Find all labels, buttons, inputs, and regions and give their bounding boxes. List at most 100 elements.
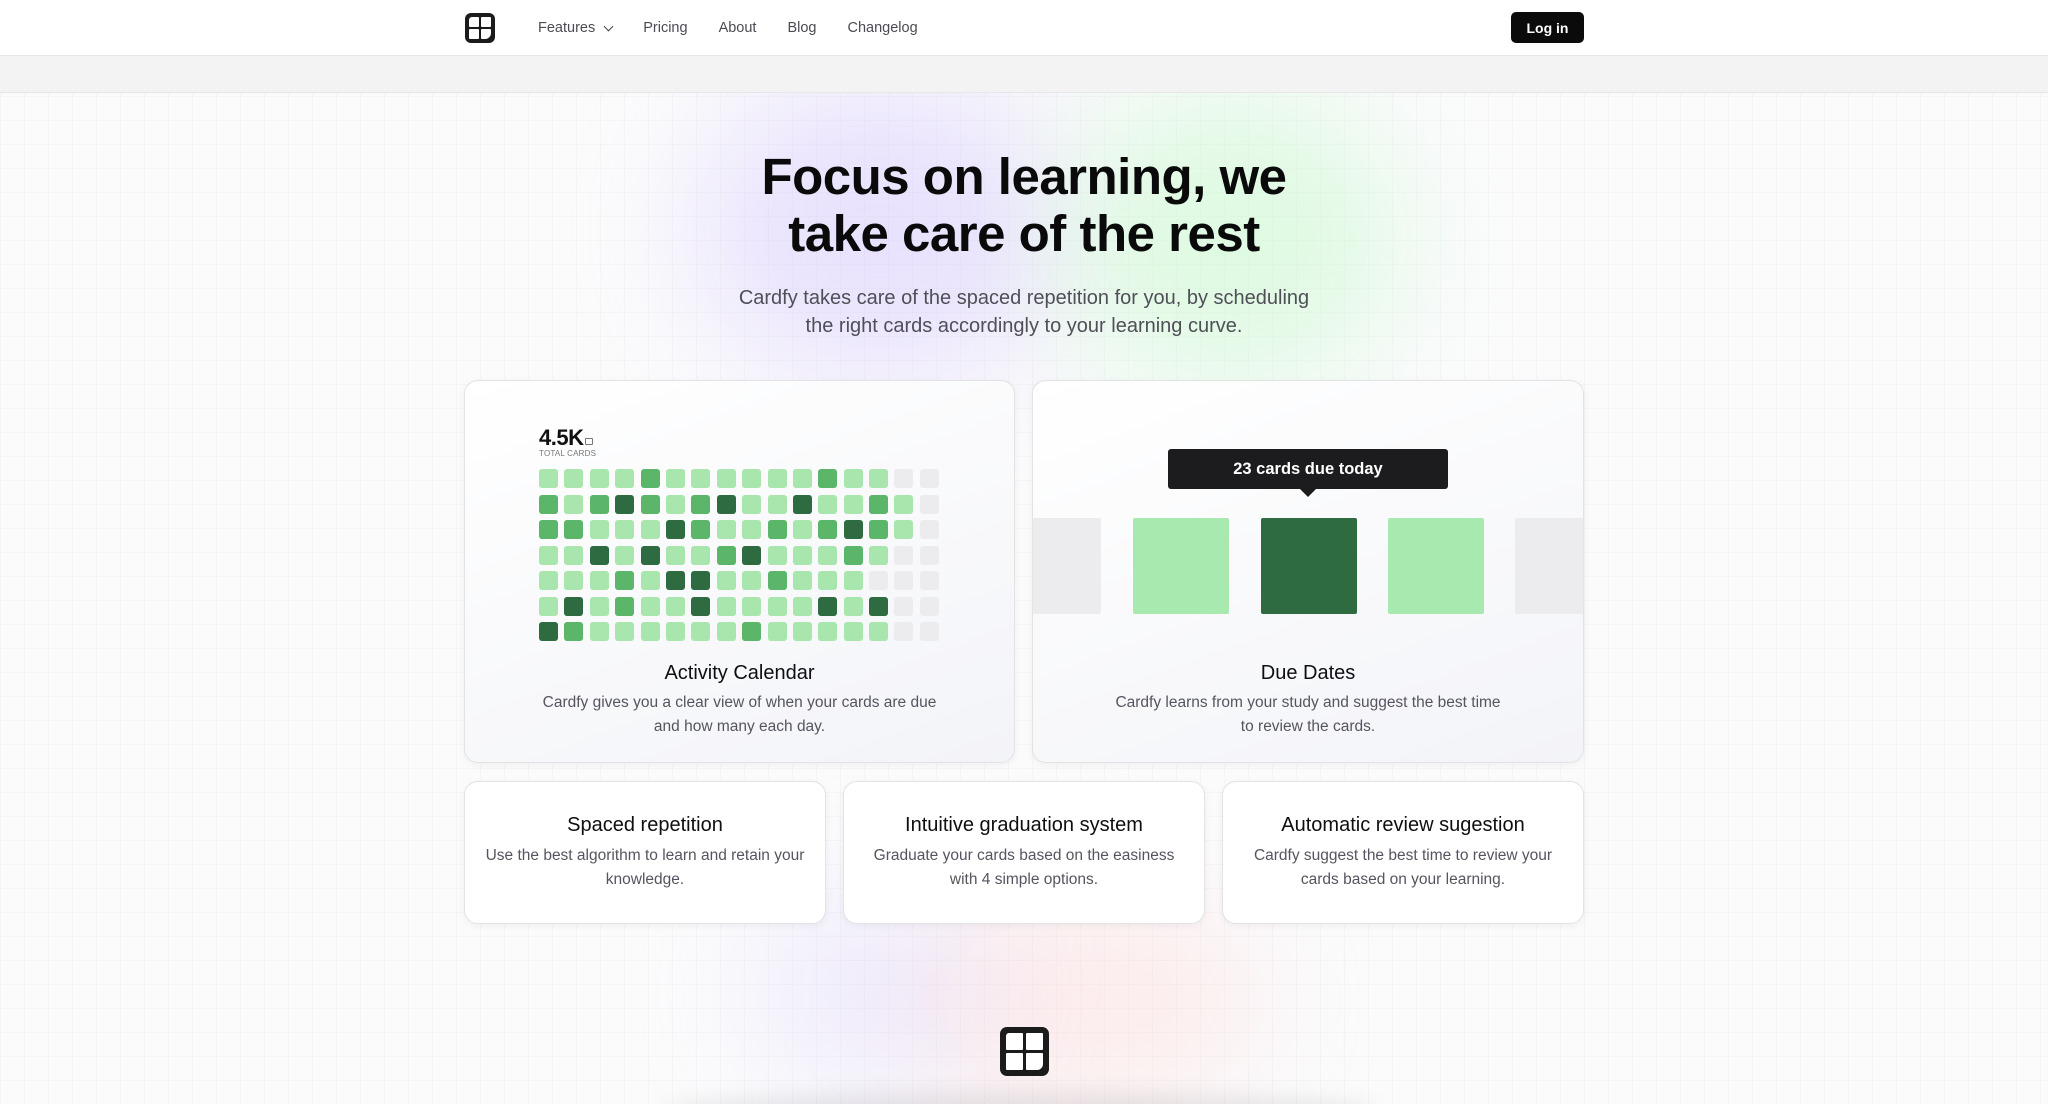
heatmap-cell	[742, 469, 762, 488]
feature-description: Cardfy suggest the best time to review y…	[1253, 847, 1553, 888]
heatmap-cell	[589, 622, 609, 641]
heatmap-cell	[564, 596, 584, 616]
activity-heatmap	[539, 469, 939, 641]
feature-card-graduation: Intuitive graduation system Graduate you…	[843, 781, 1205, 924]
feature-description: Use the best algorithm to learn and reta…	[485, 847, 805, 888]
heatmap-cell	[843, 520, 863, 539]
activity-calendar-title: Activity Calendar	[664, 662, 815, 684]
total-cards-stat: 4.5K TOTAL CARDS	[539, 425, 596, 458]
heatmap-cell	[792, 596, 812, 616]
nav-pricing-link[interactable]: Pricing	[643, 20, 687, 36]
heatmap-cell	[742, 545, 762, 565]
nav-blog-link[interactable]: Blog	[787, 20, 816, 36]
heatmap-cell	[767, 520, 787, 539]
heatmap-cell	[792, 494, 812, 514]
heatmap-cell	[564, 545, 584, 565]
heatmap-cell	[665, 469, 685, 488]
heatmap-cell	[767, 545, 787, 565]
heatmap-cell	[894, 622, 914, 641]
hero-title: Focus on learning, we take care of the r…	[761, 148, 1287, 262]
heatmap-cell	[869, 596, 889, 616]
heatmap-cell	[716, 571, 736, 590]
heatmap-cell	[919, 596, 939, 616]
heatmap-cell	[589, 520, 609, 539]
heatmap-cell	[665, 520, 685, 539]
heatmap-cell	[589, 545, 609, 565]
heatmap-cell	[615, 596, 635, 616]
heatmap-cell	[869, 494, 889, 514]
cardfy-logo-icon[interactable]	[465, 13, 495, 43]
nav-changelog-link[interactable]: Changelog	[848, 20, 918, 36]
heatmap-cell	[615, 545, 635, 565]
heatmap-cell	[716, 494, 736, 514]
heatmap-cell	[665, 545, 685, 565]
total-cards-label: TOTAL CARDS	[539, 449, 597, 458]
feature-title: Intuitive graduation system	[905, 814, 1143, 836]
heatmap-cell	[792, 545, 812, 565]
heatmap-cell	[640, 596, 660, 616]
heatmap-cell	[716, 596, 736, 616]
heatmap-cell	[742, 494, 762, 514]
heatmap-cell	[539, 571, 558, 590]
heatmap-cell	[564, 571, 584, 590]
heatmap-cell	[843, 545, 863, 565]
heatmap-cell	[589, 571, 609, 590]
heatmap-cell	[919, 494, 939, 514]
activity-calendar-description: Cardfy gives you a clear view of when yo…	[542, 694, 937, 735]
lavender-glow	[760, 900, 980, 1080]
heatmap-cell	[843, 622, 863, 641]
feature-card-spaced-repetition: Spaced repetition Use the best algorithm…	[464, 781, 826, 924]
heatmap-cell	[818, 494, 838, 514]
heatmap-cell	[919, 571, 939, 590]
heatmap-cell	[792, 520, 812, 539]
heatmap-cell	[615, 520, 635, 539]
day-tile-far-right	[1515, 518, 1583, 614]
heatmap-cell	[742, 622, 762, 641]
heatmap-cell	[539, 494, 558, 514]
heatmap-cell	[665, 596, 685, 616]
heatmap-cell	[894, 520, 914, 539]
heatmap-cell	[919, 520, 939, 539]
heatmap-cell	[818, 545, 838, 565]
day-tile-left	[1133, 518, 1229, 614]
heatmap-cell	[615, 469, 635, 488]
heatmap-cell	[539, 596, 558, 616]
heatmap-cell	[919, 545, 939, 565]
heatmap-cell	[767, 494, 787, 514]
heatmap-cell	[691, 571, 711, 590]
nav-about-link[interactable]: About	[719, 20, 757, 36]
footer-logo-icon[interactable]	[1000, 1027, 1049, 1076]
heatmap-cell	[564, 469, 584, 488]
heatmap-cell	[539, 520, 558, 539]
nav-features-label: Features	[538, 20, 596, 36]
heatmap-cell	[767, 571, 787, 590]
heatmap-cell	[869, 520, 889, 539]
heatmap-cell	[742, 571, 762, 590]
heatmap-cell	[767, 596, 787, 616]
total-cards-value: 4.5K	[539, 425, 596, 451]
heatmap-cell	[792, 571, 812, 590]
heatmap-cell	[818, 622, 838, 641]
heatmap-cell	[792, 469, 812, 488]
heatmap-cell	[894, 596, 914, 616]
nav-features-dropdown[interactable]: Features	[538, 20, 614, 36]
hero-subtitle: Cardfy takes care of the spaced repetiti…	[738, 287, 1310, 337]
login-button[interactable]: Log in	[1511, 12, 1584, 43]
heatmap-cell	[691, 520, 711, 539]
heatmap-cell	[843, 596, 863, 616]
hero-section: Focus on learning, we take care of the r…	[0, 148, 2048, 340]
heatmap-cell	[564, 520, 584, 539]
heatmap-cell	[818, 469, 838, 488]
heatmap-cell	[767, 469, 787, 488]
heatmap-cell	[894, 469, 914, 488]
heatmap-cell	[894, 494, 914, 514]
heatmap-cell	[640, 520, 660, 539]
heatmap-cell	[843, 494, 863, 514]
heatmap-cell	[615, 494, 635, 514]
heatmap-cell	[665, 571, 685, 590]
heatmap-cell	[589, 596, 609, 616]
heatmap-cell	[640, 494, 660, 514]
heatmap-cell	[843, 469, 863, 488]
due-dates-description: Cardfy learns from your study and sugges…	[1115, 694, 1501, 735]
announcement-bar	[0, 56, 2048, 93]
